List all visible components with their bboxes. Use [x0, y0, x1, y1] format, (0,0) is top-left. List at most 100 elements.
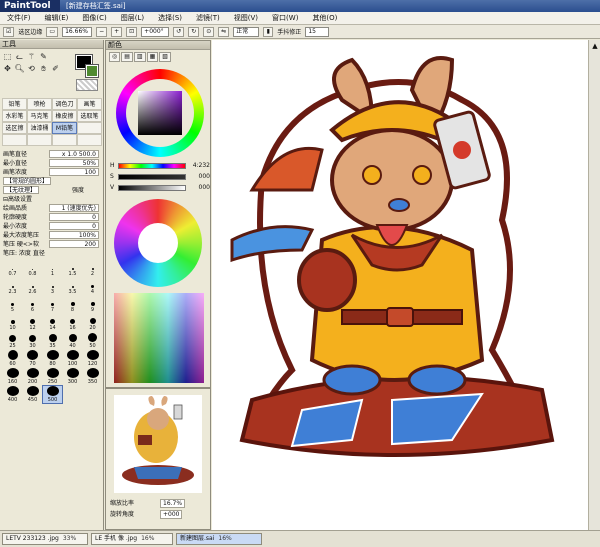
- advanced-settings-row[interactable]: ⊟ 高级设置: [0, 195, 103, 204]
- hand-icon[interactable]: ✋︎: [38, 63, 49, 74]
- blank-tool-icon[interactable]: [50, 51, 61, 62]
- menu-file[interactable]: 文件(F): [0, 13, 38, 23]
- pressure-options-row[interactable]: 笔压: 浓度 直径: [0, 249, 103, 258]
- brush-size-preset[interactable]: 20: [83, 314, 102, 331]
- menu-layer[interactable]: 图层(L): [114, 13, 151, 23]
- brush-watercolor[interactable]: 水彩笔: [2, 110, 27, 122]
- brush-size-preset[interactable]: 40: [63, 332, 82, 349]
- saturation-slider-row[interactable]: S 000: [106, 172, 212, 183]
- color-swatch-ring[interactable]: [114, 199, 202, 287]
- brush-bucket[interactable]: 油漆桶: [27, 122, 52, 134]
- brush-size-preset[interactable]: 8: [63, 296, 82, 313]
- picker-icon[interactable]: ✐: [50, 63, 61, 74]
- edge-hardness-row[interactable]: 轮廓硬度 0: [0, 213, 103, 222]
- brush-size-preset[interactable]: 160: [3, 368, 22, 385]
- brush-size-preset[interactable]: 12: [23, 314, 42, 331]
- brush-size-preset[interactable]: 9: [83, 296, 102, 313]
- tab-document-2[interactable]: LE 手机 像 .jpg 16%: [91, 533, 173, 545]
- zoom-in-button[interactable]: +: [111, 26, 123, 37]
- brush-size-preset[interactable]: 3.5: [63, 278, 82, 295]
- brush-empty-1[interactable]: [77, 122, 102, 134]
- menu-other[interactable]: 其他(O): [305, 13, 344, 23]
- nav-rotation-row[interactable]: 旋转角度 +000: [110, 510, 208, 519]
- move-icon[interactable]: ✥: [2, 63, 13, 74]
- swatch-mode-icon[interactable]: ▦: [146, 52, 159, 62]
- value-track[interactable]: [118, 185, 186, 191]
- edge-hardness-value[interactable]: 0: [49, 213, 99, 221]
- zoom-reset-button[interactable]: ⊡: [126, 26, 138, 37]
- brush-size-preset[interactable]: 1.5: [63, 260, 82, 277]
- brush-m-pencil[interactable]: M铅笔: [52, 122, 77, 134]
- zoom-tool-icon[interactable]: 🔍︎: [14, 63, 25, 74]
- canvas-vertical-scrollbar[interactable]: ▲: [588, 40, 600, 530]
- brush-size-preset[interactable]: 2.3: [3, 278, 22, 295]
- brush-size-preset[interactable]: 16: [63, 314, 82, 331]
- rect-select-icon[interactable]: ⬚: [2, 51, 13, 62]
- brush-size-row[interactable]: 画笔直径 x 1.0 500.0: [0, 150, 103, 159]
- canvas-area[interactable]: [212, 40, 588, 530]
- transparent-swatch[interactable]: [76, 79, 98, 91]
- nav-zoom-value[interactable]: 16.7%: [160, 499, 186, 508]
- saturation-value-square[interactable]: [138, 91, 182, 135]
- brush-size-preset[interactable]: 10: [3, 314, 22, 331]
- navigator-thumbnail[interactable]: [114, 395, 202, 493]
- max-pressure-value[interactable]: 100%: [49, 231, 99, 239]
- max-pressure-row[interactable]: 最大浓度笔压 100%: [0, 231, 103, 240]
- rotate-tool-icon[interactable]: ⟲: [26, 63, 37, 74]
- quality-row[interactable]: 绘画品质 1 (速度优先): [0, 204, 103, 213]
- brush-empty-3[interactable]: [27, 134, 52, 146]
- brush-size-preset[interactable]: 14: [43, 314, 62, 331]
- brush-empty-5[interactable]: [77, 134, 102, 146]
- brush-eraser[interactable]: 橡皮擦: [52, 110, 77, 122]
- magic-wand-icon[interactable]: ⚚: [26, 51, 37, 62]
- min-density-row[interactable]: 最小浓度 0: [0, 222, 103, 231]
- hue-slider-row[interactable]: H 4:232: [106, 161, 212, 172]
- pressure-hardness-row[interactable]: 笔压 硬<>软 200: [0, 240, 103, 249]
- rotate-reset-button[interactable]: ⊙: [203, 26, 215, 37]
- brush-size-preset[interactable]: 70: [23, 350, 42, 367]
- brush-size-preset[interactable]: 1: [43, 260, 62, 277]
- quality-value[interactable]: 1 (速度优先): [49, 204, 99, 212]
- brush-size-preset[interactable]: 60: [3, 350, 22, 367]
- brush-size-preset[interactable]: 500: [42, 385, 63, 404]
- brush-size-preset[interactable]: 200: [23, 368, 42, 385]
- hsv-mode-icon[interactable]: ▥: [133, 52, 146, 62]
- zoom-out-button[interactable]: −: [96, 26, 108, 37]
- brush-size-preset[interactable]: 50: [83, 332, 102, 349]
- brush-marker[interactable]: 马克笔: [27, 110, 52, 122]
- brush-shape-row[interactable]: 【常规的圆形】: [0, 177, 103, 186]
- brush-paint[interactable]: 画笔: [77, 98, 102, 110]
- nav-rotation-value[interactable]: +000: [160, 510, 183, 519]
- rotate-right-button[interactable]: ↻: [188, 26, 200, 37]
- brush-size-preset[interactable]: 80: [43, 350, 62, 367]
- brush-size-preset[interactable]: 350: [83, 368, 102, 385]
- nav-zoom-row[interactable]: 缩放比率 16.7%: [110, 499, 208, 508]
- brush-size-preset[interactable]: 0.7: [3, 260, 22, 277]
- value-slider-row[interactable]: V 000: [106, 183, 212, 194]
- brush-size-preset[interactable]: 3: [43, 278, 62, 295]
- brush-size-preset[interactable]: 5: [3, 296, 22, 313]
- menu-edit[interactable]: 编辑(E): [38, 13, 76, 23]
- rotation-field[interactable]: +000°: [141, 26, 170, 37]
- brush-size-preset[interactable]: 400: [3, 386, 22, 403]
- brush-size-preset[interactable]: 120: [83, 350, 102, 367]
- min-density-value[interactable]: 0: [49, 222, 99, 230]
- menu-select[interactable]: 选择(S): [151, 13, 189, 23]
- menu-view[interactable]: 视图(V): [227, 13, 265, 23]
- brush-empty-2[interactable]: [2, 134, 27, 146]
- zoom-field[interactable]: 16.66%: [62, 26, 93, 37]
- brush-size-preset[interactable]: 30: [23, 332, 42, 349]
- menu-window[interactable]: 窗口(W): [265, 13, 305, 23]
- rotate-left-button[interactable]: ↺: [173, 26, 185, 37]
- brush-size-preset[interactable]: 250: [43, 368, 62, 385]
- stabilizer-field[interactable]: 15: [305, 26, 330, 37]
- brush-size-preset[interactable]: 4: [83, 278, 102, 295]
- menu-filter[interactable]: 滤镜(T): [189, 13, 227, 23]
- background-color-swatch[interactable]: [85, 64, 99, 78]
- selection-edge-checkbox[interactable]: ☑: [3, 26, 15, 37]
- min-size-value[interactable]: 50%: [49, 159, 99, 167]
- min-size-row[interactable]: 最小直径 50%: [0, 159, 103, 168]
- brush-size-preset[interactable]: 450: [23, 386, 42, 403]
- brush-size-preset[interactable]: 2.6: [23, 278, 42, 295]
- brush-size-preset[interactable]: 0.8: [23, 260, 42, 277]
